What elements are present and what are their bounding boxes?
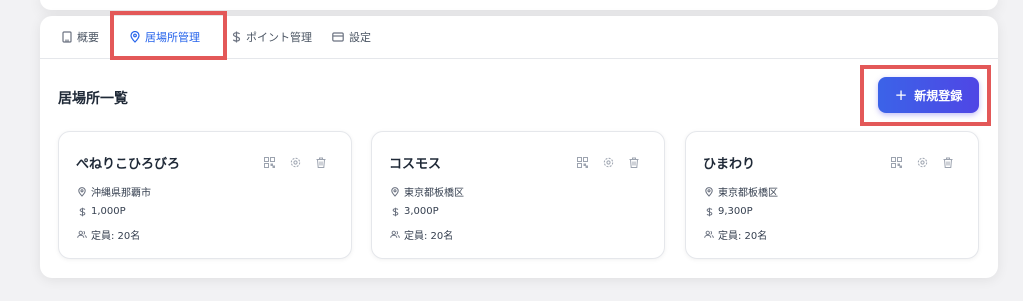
tab-points-label: ポイント管理	[246, 31, 312, 44]
place-capacity: 定員: 20名	[704, 227, 767, 242]
dollar-icon	[77, 207, 87, 217]
place-capacity-text: 定員: 20名	[718, 231, 768, 242]
place-card: ひまわり 東京都板橋区 9,300P 定員: 20名	[685, 131, 979, 259]
map-pin-icon	[130, 31, 140, 43]
place-price: 3,000P	[390, 206, 439, 217]
place-card: コスモス 東京都板橋区 3,000P 定員: 20名	[371, 131, 665, 259]
place-capacity-text: 定員: 20名	[91, 231, 141, 242]
place-card-title: ぺねりこひろびろ	[76, 157, 181, 172]
qr-code-icon[interactable]	[576, 156, 588, 168]
card-icon	[332, 32, 344, 42]
main-panel: 概要 居場所管理 ポイント管理 設定 居場所一覧 + 新規登録 ぺねりこひろびろ…	[40, 16, 998, 278]
place-price: 9,300P	[704, 206, 753, 217]
tab-overview[interactable]: 概要	[62, 16, 99, 58]
page-title: 居場所一覧	[58, 91, 128, 107]
place-price-text: 9,300P	[718, 206, 753, 217]
dollar-icon	[704, 207, 714, 217]
tab-overview-label: 概要	[77, 31, 99, 44]
tab-points[interactable]: ポイント管理	[232, 16, 312, 58]
trash-icon[interactable]	[628, 156, 640, 168]
dollar-icon	[232, 31, 241, 43]
add-place-button-label: 新規登録	[914, 88, 963, 103]
trash-icon[interactable]	[942, 156, 954, 168]
tab-settings[interactable]: 設定	[332, 16, 371, 58]
place-location: 東京都板橋区	[704, 184, 778, 199]
building-icon	[62, 31, 72, 43]
users-icon	[77, 230, 87, 239]
place-card: ぺねりこひろびろ 沖縄県那覇市 1,000P 定員: 20名	[58, 131, 352, 259]
gear-icon[interactable]	[916, 156, 928, 168]
users-icon	[390, 230, 400, 239]
tab-bar: 概要 居場所管理 ポイント管理 設定	[40, 16, 998, 59]
card-actions	[576, 156, 640, 168]
place-capacity: 定員: 20名	[77, 227, 140, 242]
tab-places-label: 居場所管理	[145, 31, 200, 44]
place-card-title: コスモス	[389, 157, 442, 172]
tab-places[interactable]: 居場所管理	[130, 16, 200, 59]
place-card-title: ひまわり	[703, 157, 756, 172]
place-location-text: 沖縄県那覇市	[91, 188, 151, 199]
place-capacity-text: 定員: 20名	[404, 231, 454, 242]
users-icon	[704, 230, 714, 239]
place-location-text: 東京都板橋区	[404, 188, 464, 199]
gear-icon[interactable]	[289, 156, 301, 168]
plus-icon: +	[894, 86, 908, 104]
map-pin-icon	[390, 186, 400, 197]
top-card	[40, 0, 998, 10]
place-capacity: 定員: 20名	[390, 227, 453, 242]
place-location: 東京都板橋区	[390, 184, 464, 199]
card-actions	[890, 156, 954, 168]
qr-code-icon[interactable]	[263, 156, 275, 168]
dollar-icon	[390, 207, 400, 217]
trash-icon[interactable]	[315, 156, 327, 168]
place-price: 1,000P	[77, 206, 126, 217]
gear-icon[interactable]	[602, 156, 614, 168]
active-tab-indicator	[130, 57, 200, 59]
map-pin-icon	[77, 186, 87, 197]
map-pin-icon	[704, 186, 714, 197]
place-location: 沖縄県那覇市	[77, 184, 151, 199]
place-price-text: 3,000P	[404, 206, 439, 217]
qr-code-icon[interactable]	[890, 156, 902, 168]
card-actions	[263, 156, 327, 168]
place-price-text: 1,000P	[91, 206, 126, 217]
tab-settings-label: 設定	[349, 31, 371, 44]
add-place-button[interactable]: + 新規登録	[878, 77, 979, 113]
place-location-text: 東京都板橋区	[718, 188, 778, 199]
